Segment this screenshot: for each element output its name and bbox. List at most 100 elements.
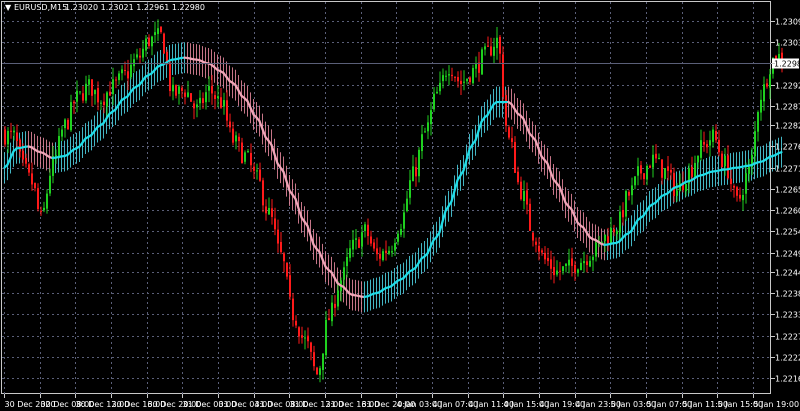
candle-bear bbox=[67, 119, 69, 130]
candle-bull bbox=[247, 151, 249, 153]
candle-bear bbox=[289, 275, 291, 297]
time-tick-label: 5 Jan 19:00 bbox=[754, 400, 800, 409]
candle-bear bbox=[109, 91, 111, 96]
candle-bull bbox=[646, 165, 648, 180]
candle-bear bbox=[586, 261, 588, 266]
candle-bull bbox=[676, 190, 678, 196]
candle-bear bbox=[508, 127, 510, 138]
candle-bear bbox=[649, 165, 651, 168]
candle-bull bbox=[409, 180, 411, 198]
symbol-title: EURUSD,M15 bbox=[14, 3, 67, 12]
candle-bear bbox=[643, 173, 645, 180]
price-chart[interactable]: 1.22980 1.23090 1.23035 1.22925 1.22870 1.22… bbox=[0, 0, 800, 411]
candle-bear bbox=[316, 367, 318, 375]
candle-bull bbox=[568, 259, 570, 266]
candle-bull bbox=[565, 263, 567, 266]
candle-bull bbox=[580, 262, 582, 271]
candle-bear bbox=[97, 87, 99, 103]
candle-bear bbox=[613, 229, 615, 233]
candle-bull bbox=[619, 211, 621, 233]
candle-bull bbox=[427, 122, 429, 132]
candle-bear bbox=[313, 352, 315, 367]
candle-bull bbox=[355, 238, 357, 240]
candle-bull bbox=[442, 75, 444, 82]
candle-bear bbox=[373, 242, 375, 249]
candle-bear bbox=[169, 62, 171, 92]
candle-bear bbox=[310, 342, 312, 352]
menu-triangle-icon[interactable]: ▼ bbox=[5, 3, 12, 12]
candle-bear bbox=[385, 250, 387, 254]
center-line-segment bbox=[777, 151, 783, 155]
candle-bull bbox=[217, 96, 219, 99]
candle-bear bbox=[292, 298, 294, 321]
candle-bull bbox=[391, 251, 393, 253]
candle-bull bbox=[268, 207, 270, 215]
candle-bull bbox=[79, 91, 81, 93]
candle-bull bbox=[64, 119, 66, 129]
candle-bull bbox=[472, 67, 474, 84]
candle-bull bbox=[760, 99, 762, 113]
candle-bull bbox=[346, 257, 348, 267]
candle-bull bbox=[343, 267, 345, 280]
candle-bear bbox=[229, 121, 231, 128]
candle-bull bbox=[697, 156, 699, 163]
candle-bear bbox=[607, 236, 609, 244]
candle-bull bbox=[76, 90, 78, 102]
candle-bull bbox=[187, 92, 189, 97]
candle-bear bbox=[283, 253, 285, 262]
candle-bull bbox=[337, 290, 339, 307]
candle-bull bbox=[694, 163, 696, 178]
candle-bull bbox=[154, 32, 156, 36]
candle-bear bbox=[733, 185, 735, 188]
candle-bear bbox=[622, 210, 624, 218]
candle-bear bbox=[736, 187, 738, 196]
candle-bear bbox=[265, 206, 267, 214]
candle-bull bbox=[421, 134, 423, 152]
candle-bear bbox=[202, 98, 204, 104]
candle-bear bbox=[640, 165, 642, 174]
candle-bull bbox=[304, 337, 306, 339]
candle-bull bbox=[100, 102, 102, 104]
candle-bear bbox=[670, 169, 672, 173]
candle-bull bbox=[616, 231, 618, 235]
candle-bull bbox=[13, 130, 15, 133]
candle-bear bbox=[214, 95, 216, 100]
candle-bear bbox=[298, 327, 300, 337]
price-tick-label: 1.22490 bbox=[775, 250, 800, 259]
candle-bull bbox=[244, 152, 246, 162]
candle-bear bbox=[511, 138, 513, 142]
candle-bull bbox=[208, 86, 210, 91]
candle-bear bbox=[529, 203, 531, 231]
candle-bear bbox=[280, 241, 282, 253]
candle-bear bbox=[103, 101, 105, 106]
candle-bull bbox=[388, 250, 390, 254]
candle-bear bbox=[370, 236, 372, 244]
candle-bull bbox=[631, 185, 633, 196]
price-tick-label: 1.22330 bbox=[775, 311, 800, 320]
candle-bear bbox=[259, 169, 261, 181]
candle-bull bbox=[319, 368, 321, 375]
candle-bear bbox=[22, 150, 24, 160]
candle-bull bbox=[745, 173, 747, 194]
candle-bull bbox=[577, 269, 579, 274]
candle-bear bbox=[295, 320, 297, 326]
candle-bear bbox=[457, 77, 459, 82]
candle-bull bbox=[583, 261, 585, 264]
candle-bull bbox=[61, 129, 63, 137]
candle-bull bbox=[685, 184, 687, 192]
candle-bear bbox=[253, 166, 255, 171]
candle-bull bbox=[724, 155, 726, 167]
candle-bull bbox=[769, 74, 771, 88]
candle-bear bbox=[517, 171, 519, 183]
candle-bear bbox=[415, 167, 417, 177]
candle-bear bbox=[184, 92, 186, 97]
candle-bear bbox=[673, 173, 675, 197]
candle-bear bbox=[718, 139, 720, 153]
candle-bear bbox=[478, 62, 480, 73]
candle-bull bbox=[151, 36, 153, 47]
candle-bull bbox=[700, 140, 702, 158]
candle-bull bbox=[235, 135, 237, 142]
candle-bear bbox=[193, 103, 195, 109]
candle-bull bbox=[157, 28, 159, 34]
candle-bear bbox=[175, 85, 177, 96]
